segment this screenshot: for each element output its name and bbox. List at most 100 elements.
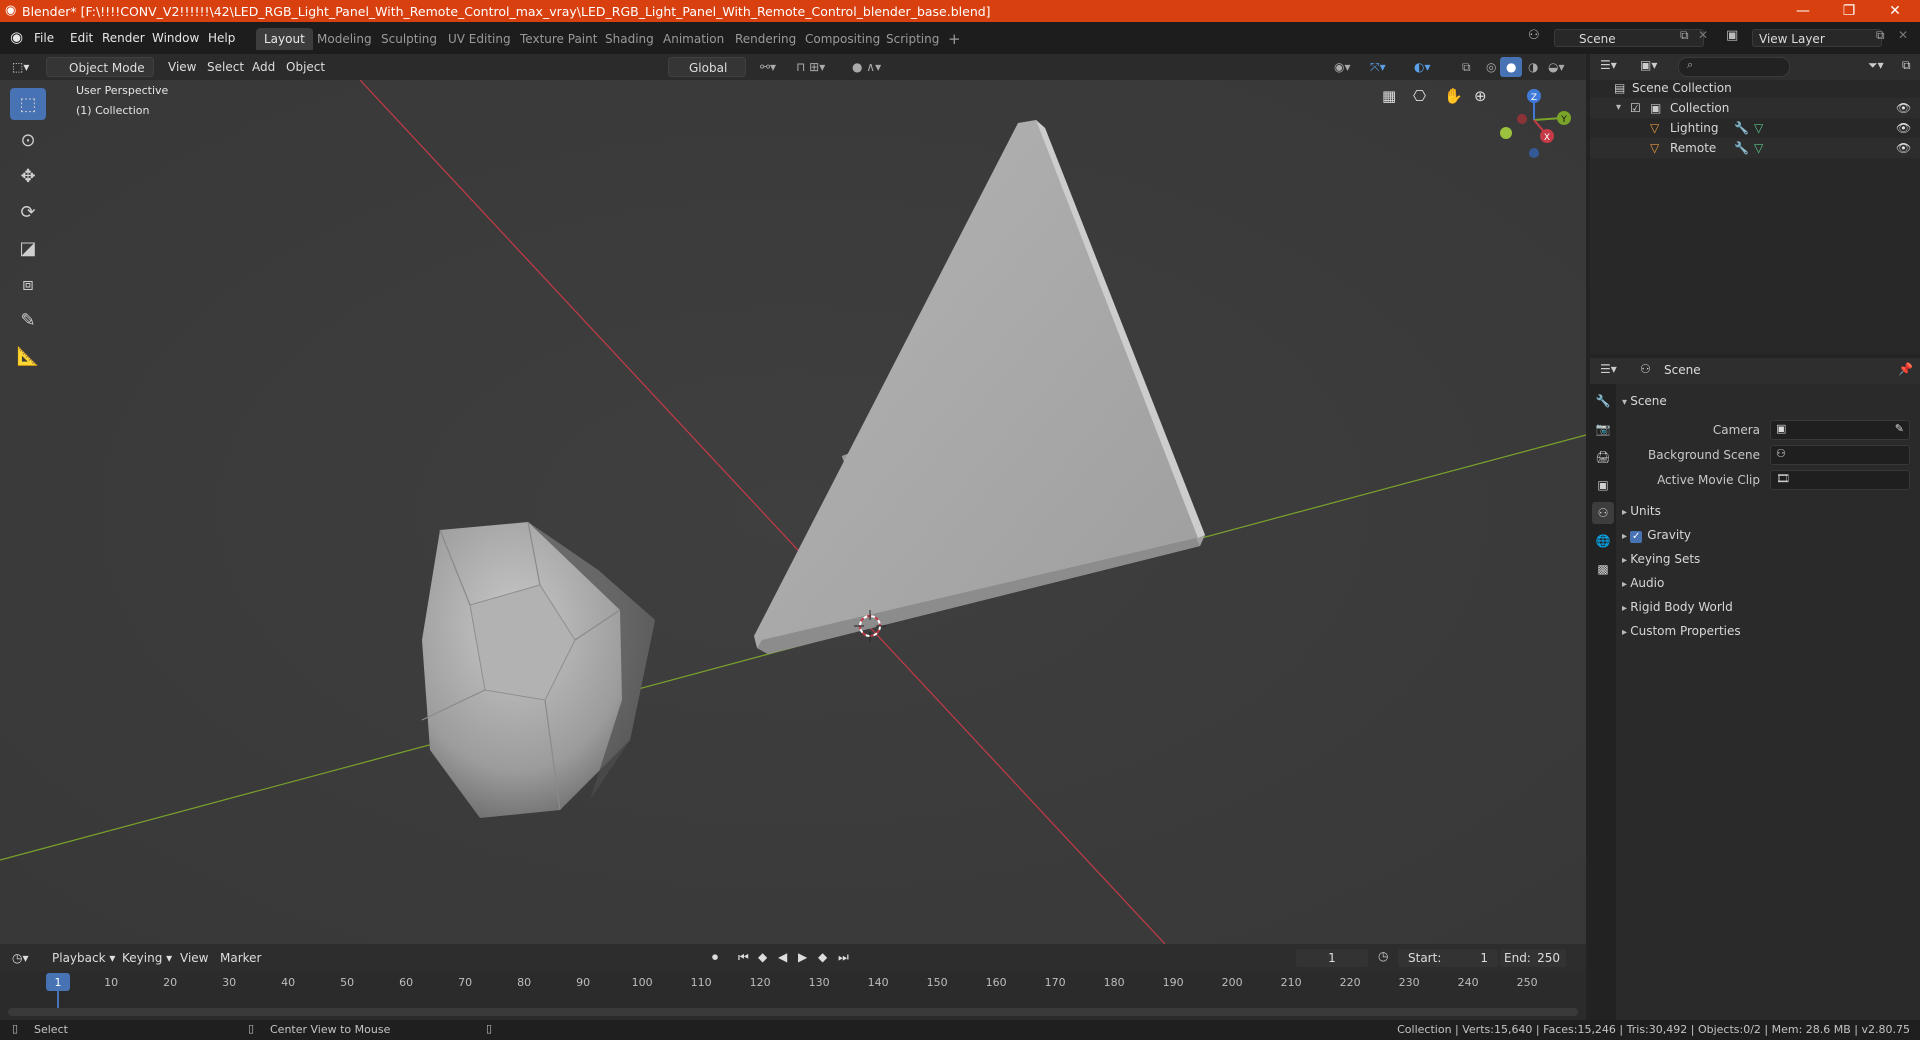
snap-icon[interactable]: ⊓ ⊞▾ (790, 57, 831, 77)
menu-view[interactable]: View (162, 57, 202, 77)
camera-field[interactable]: ▣ ✎ (1770, 420, 1910, 440)
gravity-checkbox[interactable]: ✓ (1630, 531, 1643, 543)
outliner-row-collection[interactable]: ▾ ☑ ▣ Collection 👁 (1590, 98, 1920, 118)
3d-viewport[interactable]: Z Y X User Perspective (1) Collection ▦ … (0, 80, 1586, 944)
overlay-toggle-icon[interactable]: ◐▾ (1408, 57, 1437, 77)
new-scene-icon[interactable]: ⧉ (1680, 28, 1689, 43)
pin-icon[interactable]: 📌 (1898, 362, 1913, 376)
proportional-edit-icon[interactable]: ● ∧▾ (846, 57, 887, 77)
outliner-editor-icon[interactable]: ☰▾ (1600, 58, 1617, 72)
tab-texture-paint[interactable]: Texture Paint (512, 28, 605, 50)
menu-playback[interactable]: Playback ▾ (46, 948, 121, 968)
audio-section[interactable]: ▸ Audio (1622, 572, 1912, 594)
play-icon[interactable]: ▶ (798, 950, 807, 964)
menu-add[interactable]: Add (246, 57, 281, 77)
mesh-data-icon[interactable]: ▽ (1754, 138, 1763, 158)
eye-icon[interactable]: 👁 (1896, 138, 1911, 158)
menu-marker[interactable]: Marker (214, 948, 267, 968)
scene-section-header[interactable]: ▾ Scene (1622, 390, 1912, 412)
tool-tab-icon[interactable]: 🔧 (1592, 390, 1614, 412)
maximize-button[interactable]: ❐ (1826, 0, 1872, 22)
menu-file[interactable]: File (30, 28, 58, 48)
mesh-data-icon[interactable]: ▽ (1754, 118, 1763, 138)
timeline-editor-icon[interactable]: ◷▾ (6, 948, 35, 968)
texture-tab-icon[interactable]: ▩ (1592, 558, 1614, 580)
mode-dropdown[interactable]: Object Mode (46, 57, 154, 77)
custom-properties-section[interactable]: ▸ Custom Properties (1622, 620, 1912, 642)
camera-view-icon[interactable]: ⎔ (1413, 87, 1426, 105)
rotate-tool-icon[interactable]: ⟳ (10, 196, 46, 228)
modifier-wrench-icon[interactable]: 🔧 (1734, 138, 1749, 158)
measure-tool-icon[interactable]: 📐 (10, 340, 46, 372)
new-collection-icon[interactable]: ⧉ (1902, 58, 1911, 73)
remove-scene-icon[interactable]: ✕ (1698, 28, 1708, 42)
modifier-wrench-icon[interactable]: 🔧 (1734, 118, 1749, 138)
menu-help[interactable]: Help (204, 28, 239, 48)
tab-layout[interactable]: Layout (256, 28, 313, 50)
expand-arrow-icon[interactable]: ▾ (1616, 98, 1621, 118)
render-tab-icon[interactable]: 📷 (1592, 418, 1614, 440)
rendered-shading-icon[interactable]: ◒▾ (1542, 57, 1571, 77)
output-tab-icon[interactable]: 🖨 (1592, 446, 1614, 468)
units-section[interactable]: ▸ Units (1622, 500, 1912, 522)
cursor-tool-icon[interactable]: ⊙ (10, 124, 46, 156)
checkbox-icon[interactable]: ☑ (1630, 98, 1641, 118)
solid-shading-icon[interactable]: ● (1500, 57, 1523, 77)
pan-hand-icon[interactable]: ✋ (1444, 87, 1463, 105)
menu-view-timeline[interactable]: View (174, 948, 214, 968)
jump-start-icon[interactable]: ⏮ (738, 950, 749, 965)
blender-menu-icon[interactable]: ◉ (10, 28, 23, 46)
xray-icon[interactable]: ⧉ (1456, 57, 1477, 77)
eye-icon[interactable]: 👁 (1896, 118, 1911, 138)
start-frame-field[interactable]: Start: 1 (1398, 949, 1498, 967)
timer-icon[interactable]: ◷ (1378, 949, 1388, 963)
properties-editor-icon[interactable]: ☰▾ (1600, 362, 1617, 376)
tab-shading[interactable]: Shading (597, 28, 662, 50)
pivot-icon[interactable]: ⚯▾ (754, 57, 782, 77)
menu-keying[interactable]: Keying ▾ (116, 948, 178, 968)
prev-keyframe-icon[interactable]: ◆ (758, 950, 767, 964)
tab-sculpting[interactable]: Sculpting (373, 28, 445, 50)
orientation-dropdown[interactable]: Global (668, 57, 746, 77)
background-scene-field[interactable]: ⚇ (1770, 445, 1910, 465)
view-layer-tab-icon[interactable]: ▣ (1592, 474, 1614, 496)
rigid-body-world-section[interactable]: ▸ Rigid Body World (1622, 596, 1912, 618)
jump-end-icon[interactable]: ⏭ (838, 950, 849, 965)
next-keyframe-icon[interactable]: ◆ (818, 950, 827, 964)
view-layer-icon[interactable]: ▣ (1726, 28, 1738, 43)
eyedropper-icon[interactable]: ✎ (1895, 422, 1904, 435)
viewport-canvas[interactable]: Z Y X (0, 80, 1586, 944)
grid-view-icon[interactable]: ▦ (1382, 87, 1396, 105)
scale-tool-icon[interactable]: ◪ (10, 232, 46, 264)
outliner-row-remote[interactable]: ▽ Remote 🔧 ▽ 👁 (1590, 138, 1920, 158)
menu-window[interactable]: Window (148, 28, 203, 48)
tab-uv-editing[interactable]: UV Editing (440, 28, 519, 50)
menu-render[interactable]: Render (98, 28, 149, 48)
current-frame-field[interactable]: 1 (1296, 949, 1368, 967)
gizmo-toggle-icon[interactable]: ⤧▾ (1364, 57, 1392, 77)
editor-type-icon[interactable]: ⬚▾ (6, 57, 35, 77)
move-tool-icon[interactable]: ✥ (10, 160, 46, 192)
minimize-button[interactable]: — (1780, 0, 1826, 22)
filter-icon[interactable]: ⏷▾ (1868, 58, 1884, 73)
outliner-search-input[interactable]: ⌕ (1678, 57, 1790, 77)
remove-view-layer-icon[interactable]: ✕ (1898, 28, 1908, 42)
menu-object[interactable]: Object (280, 57, 331, 77)
play-reverse-icon[interactable]: ◀ (778, 950, 787, 964)
tab-scripting[interactable]: Scripting (878, 28, 947, 50)
menu-edit[interactable]: Edit (66, 28, 97, 48)
new-view-layer-icon[interactable]: ⧉ (1876, 28, 1885, 43)
visibility-icon[interactable]: ◉▾ (1328, 57, 1357, 77)
record-icon[interactable]: ⏺ (712, 950, 718, 965)
zoom-icon[interactable]: ⊕ (1474, 87, 1487, 105)
tab-rendering[interactable]: Rendering (727, 28, 804, 50)
scene-selector-icon[interactable]: ⚇ (1528, 28, 1540, 43)
timeline-scrollbar[interactable] (8, 1008, 1578, 1016)
outliner-row-lighting[interactable]: ▽ Lighting 🔧 ▽ 👁 (1590, 118, 1920, 138)
menu-select[interactable]: Select (201, 57, 250, 77)
tab-compositing[interactable]: Compositing (797, 28, 888, 50)
gravity-section[interactable]: ▸ ✓ Gravity (1622, 524, 1912, 546)
outliner-row-scene-collection[interactable]: ▤ Scene Collection (1590, 78, 1920, 98)
tab-animation[interactable]: Animation (655, 28, 732, 50)
close-button[interactable]: ✕ (1872, 0, 1918, 22)
